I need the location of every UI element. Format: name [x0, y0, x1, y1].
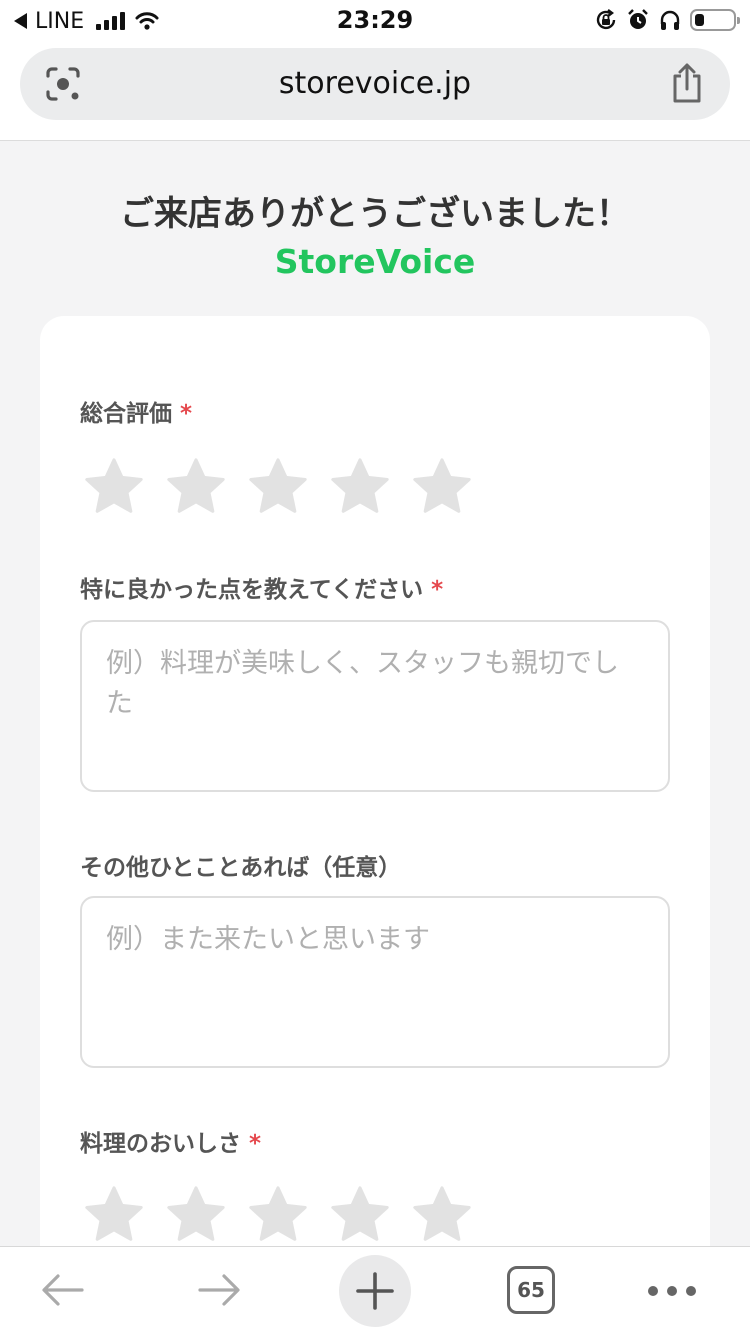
more-icon[interactable] — [648, 1286, 696, 1296]
feedback-form-card: 総合評価* 特に良かった点を教えてください* その他ひとことあれば（任意） 料理… — [40, 316, 710, 1334]
good-points-label: 特に良かった点を教えてください * — [80, 577, 444, 603]
good-points-input[interactable] — [80, 620, 670, 792]
star-icon[interactable] — [410, 456, 474, 518]
food-rating-stars — [82, 1184, 474, 1246]
star-icon[interactable] — [246, 1184, 310, 1246]
required-mark: * — [249, 1131, 262, 1157]
tabs-button[interactable]: 65 — [507, 1266, 555, 1314]
share-icon[interactable] — [670, 62, 704, 104]
battery-icon — [690, 9, 740, 31]
headphones-icon — [660, 10, 680, 30]
back-icon[interactable] — [38, 1265, 88, 1315]
thanks-heading: ご来店ありがとうございました！ — [120, 194, 630, 234]
star-icon[interactable] — [410, 1184, 474, 1246]
forward-icon[interactable] — [194, 1265, 244, 1315]
other-comment-label: その他ひとことあれば（任意） — [80, 855, 402, 881]
plus-icon — [356, 1272, 394, 1310]
status-bar: LINE 23:29 — [0, 0, 750, 42]
star-icon[interactable] — [82, 1184, 146, 1246]
alarm-icon — [628, 9, 648, 29]
star-icon[interactable] — [328, 1184, 392, 1246]
browser-toolbar: 65 — [0, 1246, 750, 1334]
brand-name: StoreVoice — [274, 242, 476, 281]
overall-rating-label: 総合評価 * — [80, 401, 193, 427]
rotation-lock-icon — [596, 9, 616, 30]
star-icon[interactable] — [246, 456, 310, 518]
star-icon[interactable] — [164, 1184, 228, 1246]
star-icon[interactable] — [82, 456, 146, 518]
browser-header: storevoice.jp — [0, 42, 750, 141]
required-mark: * — [431, 577, 444, 603]
required-mark: * — [180, 401, 193, 427]
star-icon[interactable] — [328, 456, 392, 518]
url-text: storevoice.jp — [278, 66, 472, 101]
food-rating-label: 料理のおいしさ * — [80, 1131, 262, 1157]
overall-rating-stars — [82, 456, 474, 518]
new-tab-button[interactable] — [339, 1255, 411, 1327]
other-comment-input[interactable] — [80, 896, 670, 1068]
address-bar[interactable]: storevoice.jp — [20, 48, 730, 120]
star-icon[interactable] — [164, 456, 228, 518]
